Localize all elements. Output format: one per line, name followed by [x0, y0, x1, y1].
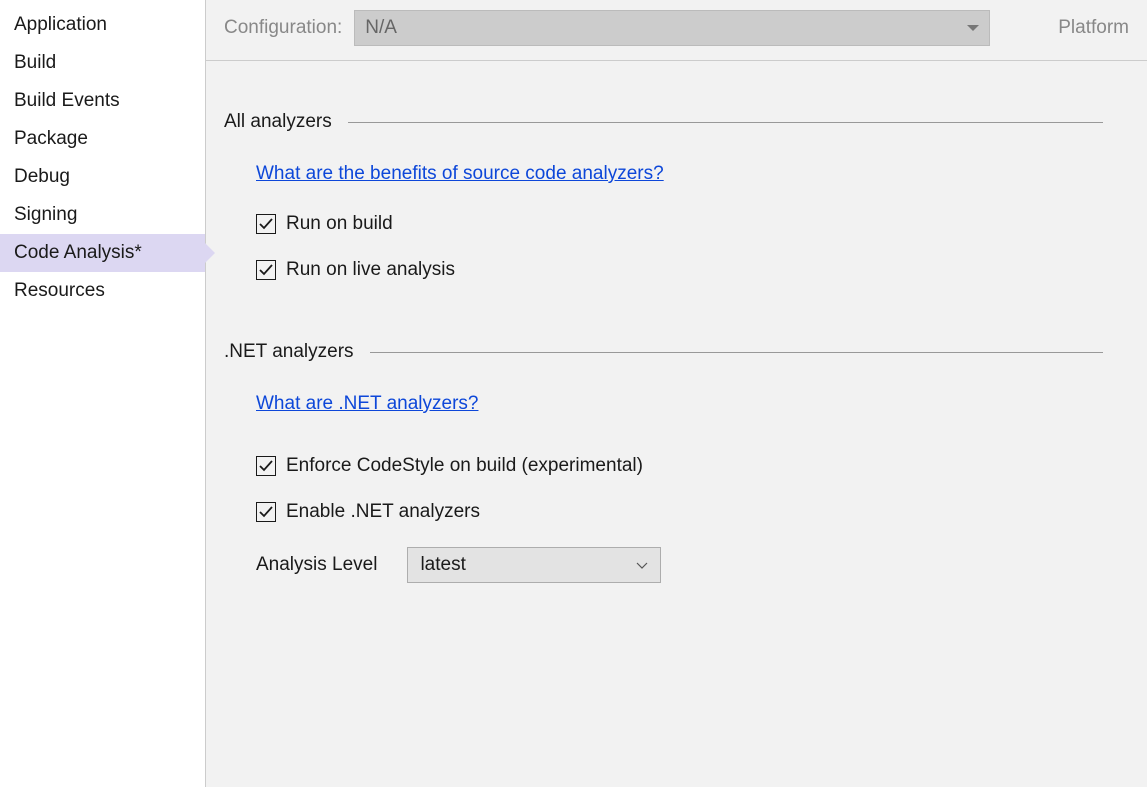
sidebar-item-debug[interactable]: Debug	[0, 158, 205, 196]
main-panel: Configuration: N/A Platform All analyzer…	[206, 0, 1147, 787]
divider	[348, 122, 1103, 123]
checkbox-label: Enable .NET analyzers	[286, 501, 480, 523]
checkbox-run-on-live-row: Run on live analysis	[256, 259, 1103, 281]
check-icon	[259, 217, 273, 231]
checkbox-enforce-codestyle[interactable]	[256, 456, 276, 476]
analysis-level-select[interactable]: latest	[407, 547, 661, 583]
sidebar-item-label: Package	[14, 128, 88, 149]
sidebar: Application Build Build Events Package D…	[0, 0, 206, 787]
configuration-value: N/A	[365, 17, 397, 39]
divider	[370, 352, 1103, 353]
configuration-select[interactable]: N/A	[354, 10, 990, 46]
sidebar-item-resources[interactable]: Resources	[0, 272, 205, 310]
sidebar-item-label: Code Analysis*	[14, 242, 142, 263]
sidebar-item-label: Application	[14, 14, 107, 35]
sidebar-item-build[interactable]: Build	[0, 44, 205, 82]
analysis-level-row: Analysis Level latest	[256, 547, 1103, 583]
configuration-label: Configuration:	[224, 17, 342, 39]
sidebar-item-build-events[interactable]: Build Events	[0, 82, 205, 120]
link-net-analyzers[interactable]: What are .NET analyzers?	[256, 393, 478, 415]
sidebar-item-label: Build Events	[14, 90, 120, 111]
section-all-analyzers: All analyzers What are the benefits of s…	[224, 111, 1103, 281]
sidebar-item-signing[interactable]: Signing	[0, 196, 205, 234]
checkbox-label: Run on live analysis	[286, 259, 455, 281]
section-title: All analyzers	[224, 111, 332, 133]
checkbox-label: Run on build	[286, 213, 393, 235]
checkbox-run-on-build-row: Run on build	[256, 213, 1103, 235]
sidebar-item-label: Resources	[14, 280, 105, 301]
sidebar-item-label: Signing	[14, 204, 77, 225]
sidebar-item-application[interactable]: Application	[0, 6, 205, 44]
sidebar-item-package[interactable]: Package	[0, 120, 205, 158]
platform-label: Platform	[1058, 17, 1129, 39]
sidebar-item-code-analysis[interactable]: Code Analysis*	[0, 234, 205, 272]
checkbox-enable-net[interactable]	[256, 502, 276, 522]
section-net-analyzers: .NET analyzers What are .NET analyzers? …	[224, 341, 1103, 583]
section-header: All analyzers	[224, 111, 1103, 133]
checkbox-run-on-live[interactable]	[256, 260, 276, 280]
content-area: All analyzers What are the benefits of s…	[206, 61, 1147, 643]
check-icon	[259, 263, 273, 277]
analysis-level-label: Analysis Level	[256, 554, 377, 576]
section-header: .NET analyzers	[224, 341, 1103, 363]
checkbox-label: Enforce CodeStyle on build (experimental…	[286, 455, 643, 477]
section-title: .NET analyzers	[224, 341, 354, 363]
chevron-down-icon	[967, 25, 979, 31]
sidebar-item-label: Debug	[14, 166, 70, 187]
header-row: Configuration: N/A Platform	[206, 0, 1147, 61]
analysis-level-value: latest	[420, 554, 465, 576]
check-icon	[259, 505, 273, 519]
link-benefits-analyzers[interactable]: What are the benefits of source code ana…	[256, 163, 664, 185]
checkbox-enable-net-row: Enable .NET analyzers	[256, 501, 1103, 523]
check-icon	[259, 459, 273, 473]
sidebar-item-label: Build	[14, 52, 56, 73]
checkbox-enforce-codestyle-row: Enforce CodeStyle on build (experimental…	[256, 455, 1103, 477]
chevron-down-icon	[636, 554, 648, 576]
checkbox-run-on-build[interactable]	[256, 214, 276, 234]
